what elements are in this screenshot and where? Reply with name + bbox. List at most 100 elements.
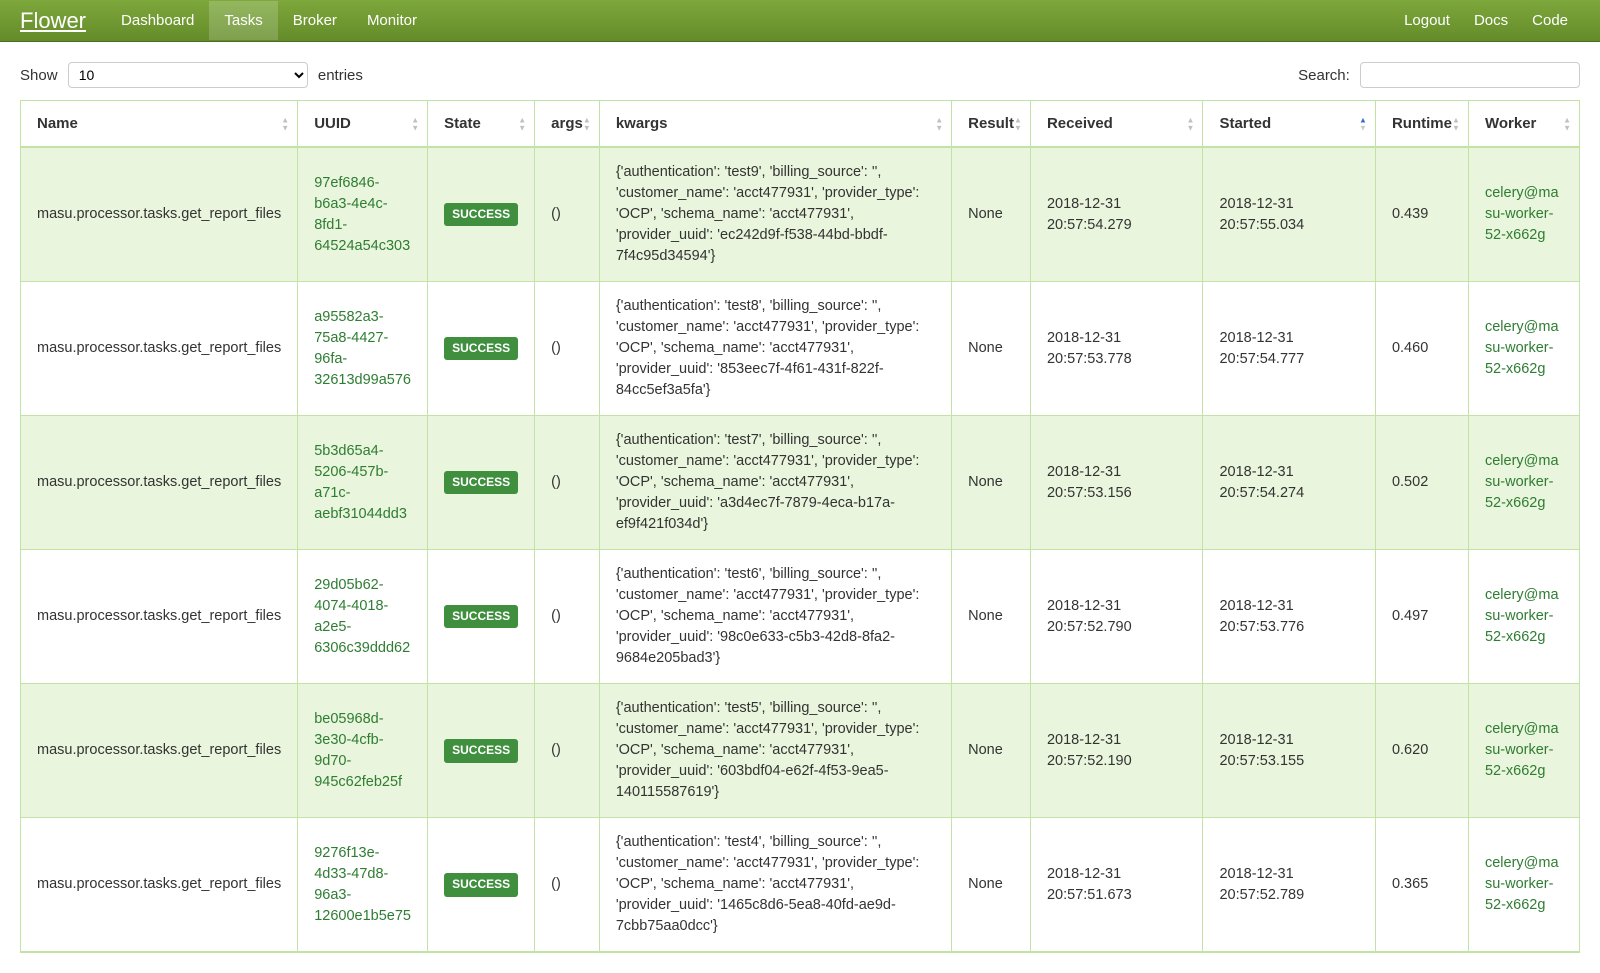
- cell-state: SUCCESS: [428, 148, 535, 282]
- table-row: masu.processor.tasks.get_report_filesbe0…: [21, 684, 1579, 818]
- worker-link[interactable]: celery@masu-worker-52-x662g: [1485, 587, 1559, 645]
- cell-received: 2018-12-31 20:57:52.190: [1031, 684, 1204, 818]
- cell-args: (): [535, 818, 600, 952]
- cell-uuid: 9276f13e-4d33-47d8-96a3-12600e1b5e75: [298, 818, 428, 952]
- column-label: UUID: [314, 115, 351, 132]
- nav-link-dashboard[interactable]: Dashboard: [106, 1, 209, 40]
- sort-icon: ▲▼: [281, 116, 289, 131]
- cell-uuid: 5b3d65a4-5206-457b-a71c-aebf31044dd3: [298, 416, 428, 550]
- cell-result: None: [952, 282, 1031, 416]
- sort-icon: ▲▼: [935, 116, 943, 131]
- worker-link[interactable]: celery@masu-worker-52-x662g: [1485, 185, 1559, 243]
- column-header-state[interactable]: State ▲▼: [428, 101, 535, 148]
- state-badge: SUCCESS: [444, 337, 518, 360]
- cell-uuid: 29d05b62-4074-4018-a2e5-6306c39ddd62: [298, 550, 428, 684]
- worker-link[interactable]: celery@masu-worker-52-x662g: [1485, 855, 1559, 913]
- cell-received: 2018-12-31 20:57:54.279: [1031, 148, 1204, 282]
- tasks-tbody: masu.processor.tasks.get_report_files97e…: [21, 148, 1579, 952]
- nav-link-monitor[interactable]: Monitor: [352, 1, 432, 40]
- cell-received: 2018-12-31 20:57:52.790: [1031, 550, 1204, 684]
- column-header-received[interactable]: Received ▲▼: [1031, 101, 1204, 148]
- column-header-args[interactable]: args▲▼: [535, 101, 600, 148]
- sort-icon: ▲▼: [1452, 116, 1460, 131]
- nav-link-tasks[interactable]: Tasks: [209, 1, 277, 40]
- uuid-link[interactable]: 97ef6846-b6a3-4e4c-8fd1-64524a54c303: [314, 175, 410, 254]
- cell-kwargs: {'authentication': 'test5', 'billing_sou…: [600, 684, 952, 818]
- sort-icon: ▲▼: [1359, 116, 1367, 131]
- cell-result: None: [952, 684, 1031, 818]
- cell-kwargs: {'authentication': 'test7', 'billing_sou…: [600, 416, 952, 550]
- column-header-runtime[interactable]: Runtime▲▼: [1376, 101, 1469, 148]
- search-input[interactable]: [1360, 62, 1580, 88]
- column-label: Started: [1219, 115, 1271, 132]
- cell-started: 2018-12-31 20:57:53.776: [1203, 550, 1376, 684]
- cell-args: (): [535, 684, 600, 818]
- cell-state: SUCCESS: [428, 416, 535, 550]
- uuid-link[interactable]: be05968d-3e30-4cfb-9d70-945c62feb25f: [314, 711, 402, 790]
- cell-name: masu.processor.tasks.get_report_files: [21, 684, 298, 818]
- cell-uuid: be05968d-3e30-4cfb-9d70-945c62feb25f: [298, 684, 428, 818]
- cell-started: 2018-12-31 20:57:55.034: [1203, 148, 1376, 282]
- nav-link-docs[interactable]: Docs: [1462, 1, 1520, 40]
- cell-name: masu.processor.tasks.get_report_files: [21, 416, 298, 550]
- sort-icon: ▲▼: [411, 116, 419, 131]
- state-badge: SUCCESS: [444, 605, 518, 628]
- nav-link-logout[interactable]: Logout: [1392, 1, 1462, 40]
- state-badge: SUCCESS: [444, 739, 518, 762]
- show-label: Show: [20, 67, 58, 84]
- worker-link[interactable]: celery@masu-worker-52-x662g: [1485, 319, 1559, 377]
- length-control: Show 10 entries: [20, 62, 363, 88]
- cell-args: (): [535, 282, 600, 416]
- cell-worker: celery@masu-worker-52-x662g: [1469, 550, 1579, 684]
- column-label: State: [444, 115, 481, 132]
- nav-left: DashboardTasksBrokerMonitor: [106, 1, 1392, 40]
- cell-name: masu.processor.tasks.get_report_files: [21, 282, 298, 416]
- table-row: masu.processor.tasks.get_report_files29d…: [21, 550, 1579, 684]
- nav-link-broker[interactable]: Broker: [278, 1, 352, 40]
- column-header-worker[interactable]: Worker ▲▼: [1469, 101, 1579, 148]
- navbar: Flower DashboardTasksBrokerMonitor Logou…: [0, 0, 1600, 42]
- cell-received: 2018-12-31 20:57:51.673: [1031, 818, 1204, 952]
- uuid-link[interactable]: 29d05b62-4074-4018-a2e5-6306c39ddd62: [314, 577, 410, 656]
- column-header-started[interactable]: Started ▲▼: [1203, 101, 1376, 148]
- sort-icon: ▲▼: [1187, 116, 1195, 131]
- cell-started: 2018-12-31 20:57:53.155: [1203, 684, 1376, 818]
- cell-name: masu.processor.tasks.get_report_files: [21, 148, 298, 282]
- nav-link-code[interactable]: Code: [1520, 1, 1580, 40]
- cell-kwargs: {'authentication': 'test4', 'billing_sou…: [600, 818, 952, 952]
- column-header-kwargs[interactable]: kwargs ▲▼: [600, 101, 952, 148]
- cell-runtime: 0.460: [1376, 282, 1469, 416]
- cell-started: 2018-12-31 20:57:54.777: [1203, 282, 1376, 416]
- cell-kwargs: {'authentication': 'test9', 'billing_sou…: [600, 148, 952, 282]
- nav-item-dashboard: Dashboard: [106, 1, 209, 40]
- cell-uuid: 97ef6846-b6a3-4e4c-8fd1-64524a54c303: [298, 148, 428, 282]
- cell-result: None: [952, 416, 1031, 550]
- cell-args: (): [535, 550, 600, 684]
- column-header-uuid[interactable]: UUID ▲▼: [298, 101, 428, 148]
- worker-link[interactable]: celery@masu-worker-52-x662g: [1485, 453, 1559, 511]
- nav-right: LogoutDocsCode: [1392, 1, 1580, 40]
- column-label: kwargs: [616, 115, 668, 132]
- cell-kwargs: {'authentication': 'test8', 'billing_sou…: [600, 282, 952, 416]
- uuid-link[interactable]: 9276f13e-4d33-47d8-96a3-12600e1b5e75: [314, 845, 411, 924]
- search-label: Search:: [1298, 67, 1350, 84]
- cell-name: masu.processor.tasks.get_report_files: [21, 550, 298, 684]
- column-header-name[interactable]: Name▲▼: [21, 101, 298, 148]
- cell-result: None: [952, 148, 1031, 282]
- column-header-result[interactable]: Result▲▼: [952, 101, 1031, 148]
- uuid-link[interactable]: a95582a3-75a8-4427-96fa-32613d99a576: [314, 309, 411, 388]
- sort-icon: ▲▼: [1014, 116, 1022, 131]
- sort-icon: ▲▼: [518, 116, 526, 131]
- uuid-link[interactable]: 5b3d65a4-5206-457b-a71c-aebf31044dd3: [314, 443, 407, 522]
- search-control: Search:: [1298, 62, 1580, 88]
- header-row: Name▲▼UUID▲▼State▲▼args▲▼kwargs▲▼Result▲…: [21, 101, 1579, 148]
- main-container: Show 10 entries Search: Name▲▼UUID▲▼Stat…: [0, 42, 1600, 973]
- nav-item-docs: Docs: [1462, 1, 1520, 40]
- cell-runtime: 0.497: [1376, 550, 1469, 684]
- page-size-select[interactable]: 10: [68, 62, 308, 88]
- column-label: Received: [1047, 115, 1113, 132]
- column-label: Worker: [1485, 115, 1536, 132]
- sort-icon: ▲▼: [1563, 116, 1571, 131]
- cell-worker: celery@masu-worker-52-x662g: [1469, 148, 1579, 282]
- brand-link[interactable]: Flower: [20, 8, 86, 34]
